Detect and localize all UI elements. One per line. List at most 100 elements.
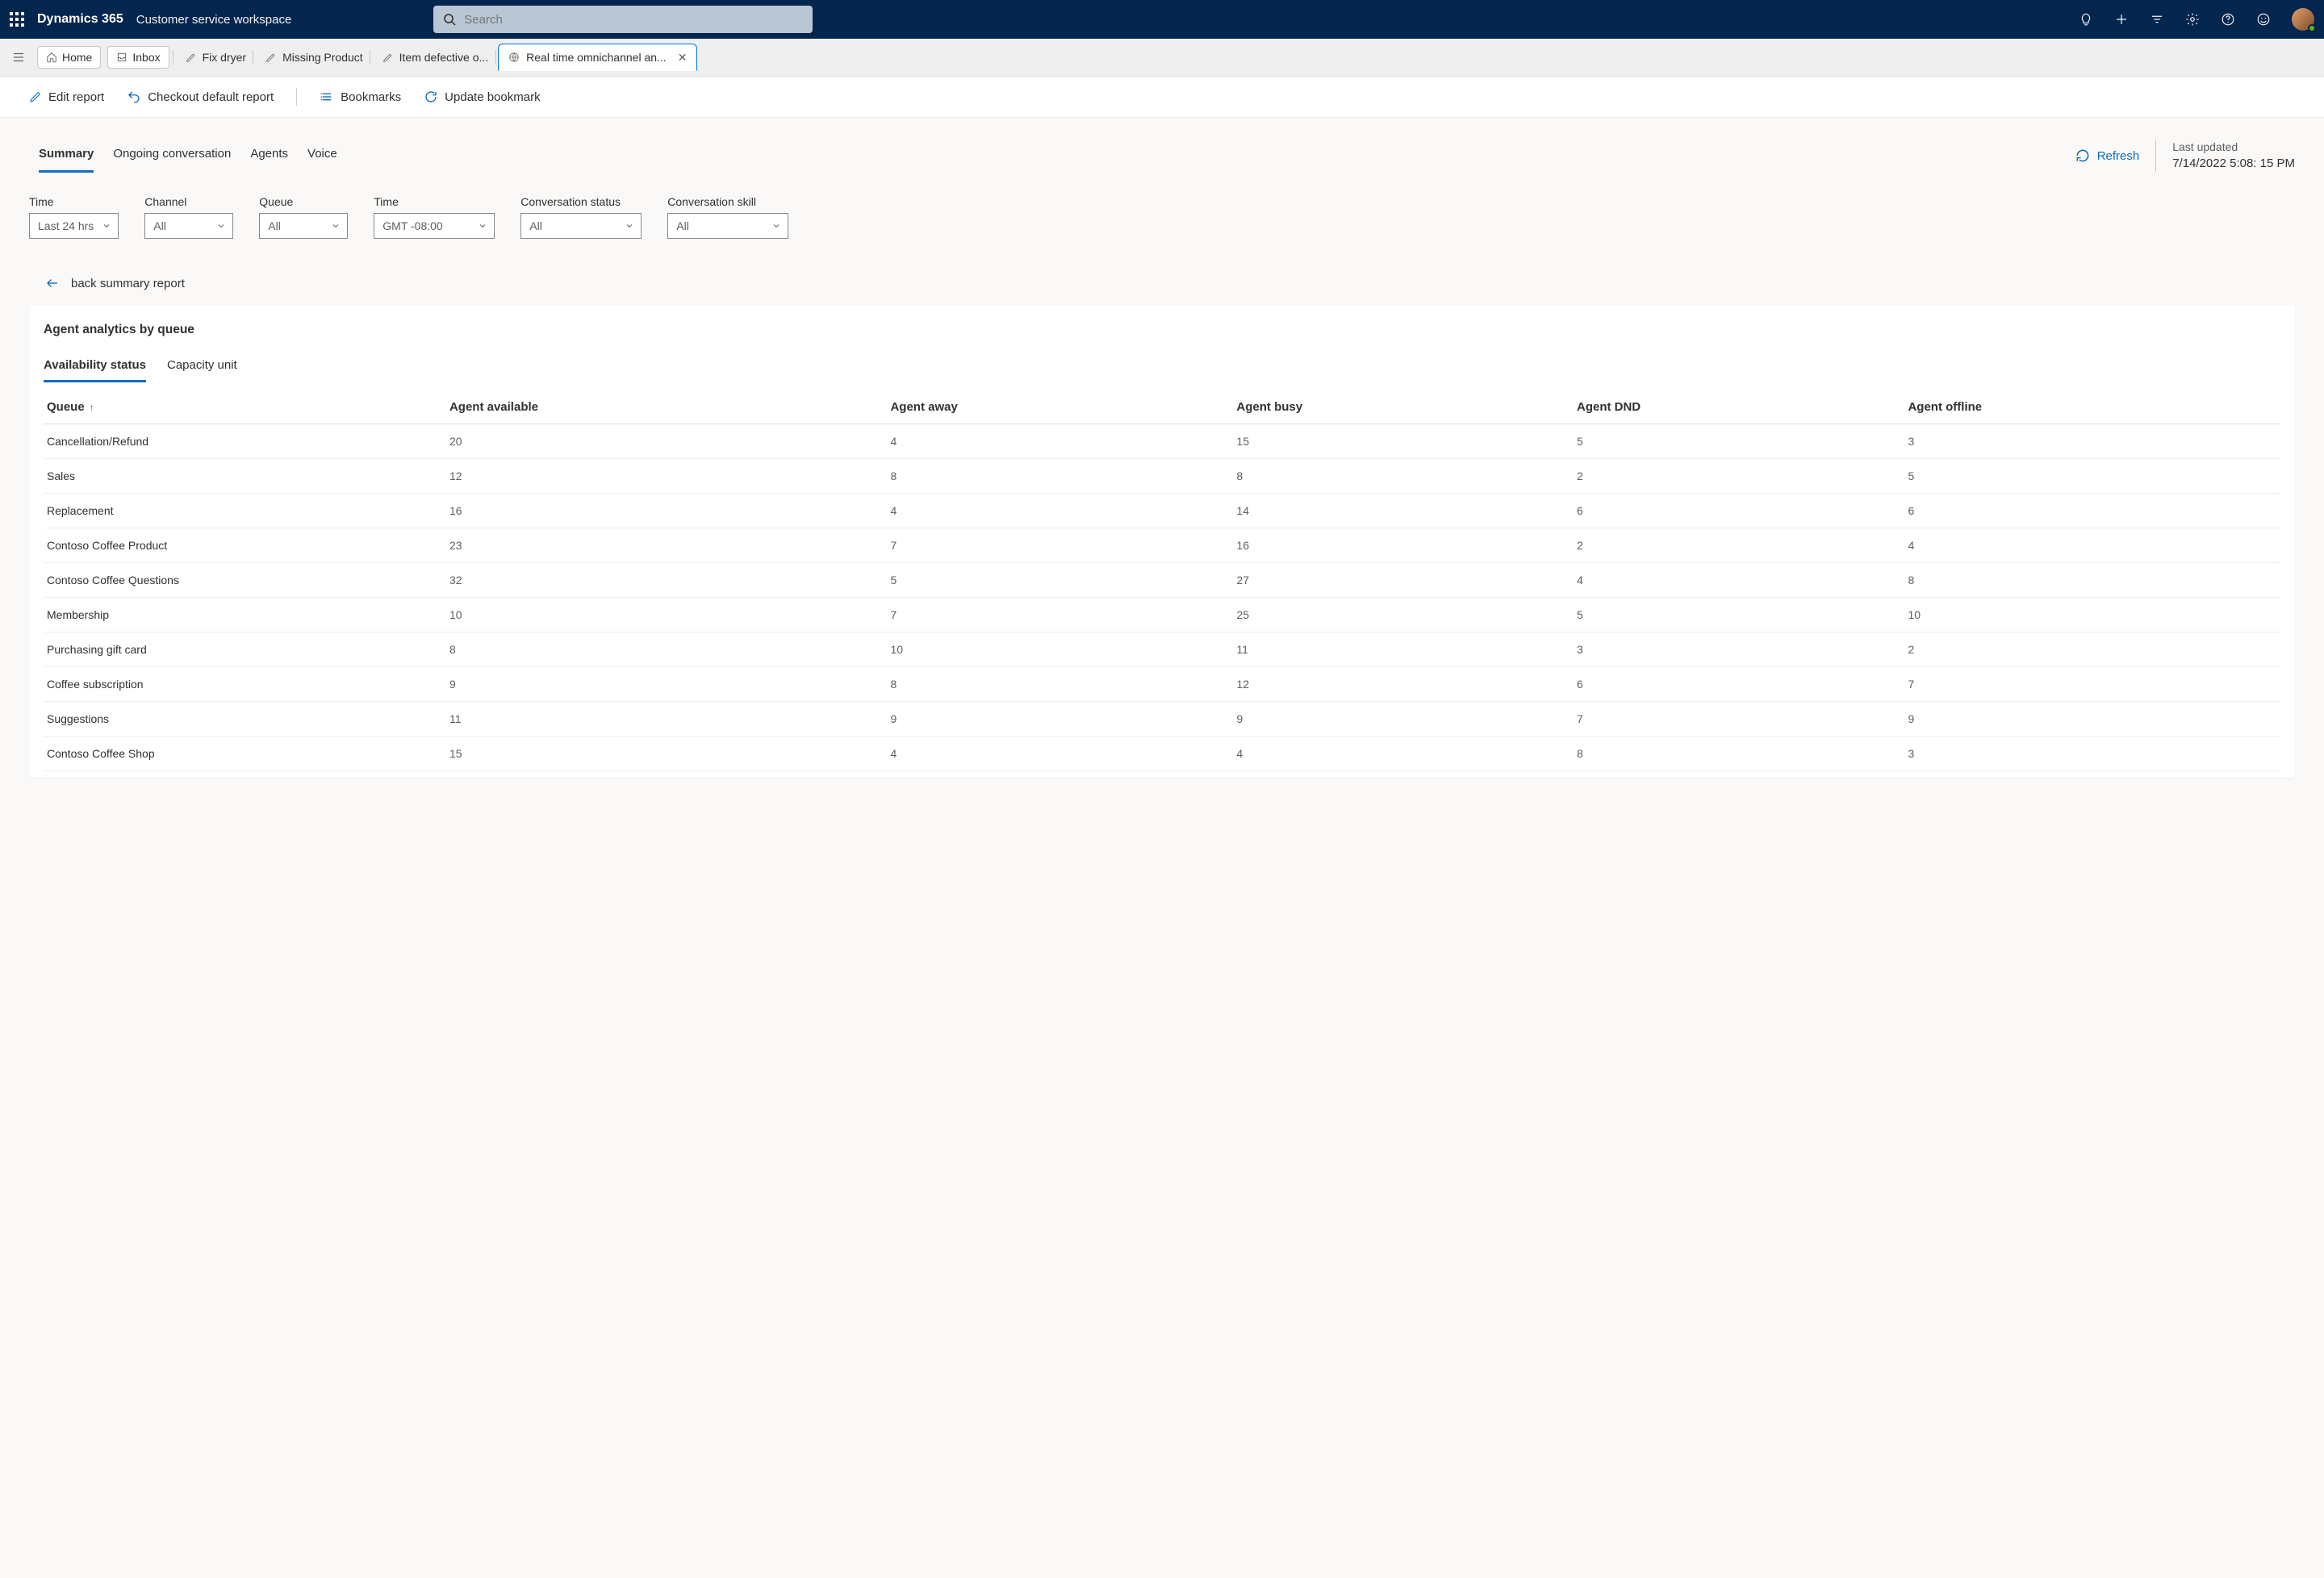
home-icon — [46, 52, 57, 63]
hamburger-icon[interactable] — [6, 47, 31, 68]
value-cell: 6 — [1574, 494, 1904, 528]
agent-analytics-table: Queue↑Agent availableAgent awayAgent bus… — [44, 389, 2280, 771]
value-cell: 27 — [1233, 563, 1574, 598]
value-cell: 8 — [1574, 737, 1904, 771]
bookmarks-label: Bookmarks — [341, 90, 401, 104]
value-cell: 11 — [446, 702, 888, 737]
filter-select[interactable]: All — [144, 213, 233, 239]
search-wrapper — [433, 6, 813, 33]
value-cell: 5 — [1904, 459, 2280, 494]
back-arrow-icon[interactable] — [45, 276, 60, 290]
value-cell: 4 — [1574, 563, 1904, 598]
value-cell: 4 — [887, 494, 1233, 528]
column-header[interactable]: Agent offline — [1904, 389, 2280, 424]
workspace-tab[interactable]: Real time omnichannel an... ✕ — [498, 44, 697, 71]
workspace-tab-label: Missing Product — [282, 51, 363, 64]
pivot-tab[interactable]: Summary — [39, 139, 94, 173]
avatar[interactable] — [2292, 8, 2314, 31]
value-cell: 15 — [1233, 424, 1574, 459]
pivot-tab[interactable]: Agents — [250, 139, 288, 173]
column-header[interactable]: Agent away — [887, 389, 1233, 424]
value-cell: 9 — [887, 702, 1233, 737]
card-subtab[interactable]: Availability status — [44, 350, 146, 382]
table-row: Contoso Coffee Shop154483 — [44, 737, 2280, 771]
presence-indicator — [2308, 24, 2316, 32]
value-cell: 23 — [446, 528, 888, 563]
close-icon[interactable]: ✕ — [678, 51, 688, 65]
checkout-report-label: Checkout default report — [148, 90, 274, 104]
help-icon[interactable] — [2221, 12, 2235, 27]
sort-asc-icon: ↑ — [90, 402, 94, 413]
value-cell: 6 — [1904, 494, 2280, 528]
pill-home[interactable]: Home — [37, 46, 101, 69]
filter-select[interactable]: All — [520, 213, 642, 239]
back-row: back summary report — [29, 247, 2295, 305]
edit-report-button[interactable]: Edit report — [29, 90, 104, 104]
plus-icon[interactable] — [2114, 12, 2129, 27]
queue-cell: Membership — [44, 598, 446, 632]
workspace-tab[interactable]: Fix dryer — [176, 44, 256, 71]
column-header[interactable]: Agent DND — [1574, 389, 1904, 424]
command-bar: Edit report Checkout default report Book… — [0, 77, 2324, 118]
table-row: Contoso Coffee Questions3252748 — [44, 563, 2280, 598]
queue-cell: Contoso Coffee Questions — [44, 563, 446, 598]
pencil-icon — [265, 52, 276, 63]
filter-value: All — [529, 219, 542, 232]
top-right-actions — [2079, 8, 2314, 31]
value-cell: 2 — [1574, 459, 1904, 494]
agent-analytics-card: Agent analytics by queue Availability st… — [29, 305, 2295, 778]
gear-icon[interactable] — [2185, 12, 2200, 27]
filter-select[interactable]: All — [667, 213, 788, 239]
chevron-down-icon — [478, 221, 487, 231]
value-cell: 10 — [1904, 598, 2280, 632]
chevron-down-icon — [216, 221, 226, 231]
card-subtab[interactable]: Capacity unit — [167, 350, 237, 382]
workspace-tab[interactable]: Item defective o... — [373, 44, 499, 71]
app-launcher-icon[interactable] — [10, 12, 24, 27]
pencil-icon — [186, 52, 196, 63]
brand: Dynamics 365 — [37, 12, 123, 27]
value-cell: 16 — [1233, 528, 1574, 563]
back-text[interactable]: back summary report — [71, 277, 185, 290]
value-cell: 12 — [446, 459, 888, 494]
value-cell: 7 — [1574, 702, 1904, 737]
filter-row: Time Last 24 hrs Channel All Queue All T… — [29, 173, 2295, 247]
value-cell: 16 — [446, 494, 888, 528]
queue-cell: Contoso Coffee Product — [44, 528, 446, 563]
column-header[interactable]: Agent available — [446, 389, 888, 424]
update-bookmark-label: Update bookmark — [445, 90, 540, 104]
search-input[interactable] — [464, 13, 803, 27]
filter-select[interactable]: GMT -08:00 — [374, 213, 495, 239]
value-cell: 9 — [1904, 702, 2280, 737]
edit-report-label: Edit report — [48, 90, 104, 104]
lightbulb-icon[interactable] — [2079, 12, 2093, 27]
value-cell: 20 — [446, 424, 888, 459]
filter-icon[interactable] — [2150, 12, 2164, 27]
value-cell: 7 — [887, 528, 1233, 563]
refresh-button[interactable]: Refresh — [2075, 148, 2140, 164]
column-header[interactable]: Queue↑ — [44, 389, 446, 424]
column-header[interactable]: Agent busy — [1233, 389, 1574, 424]
filter: Conversation skill All — [667, 195, 788, 239]
checkout-report-button[interactable]: Checkout default report — [127, 90, 274, 104]
value-cell: 5 — [1574, 424, 1904, 459]
value-cell: 5 — [1574, 598, 1904, 632]
filter-value: All — [676, 219, 689, 232]
pill-inbox[interactable]: Inbox — [107, 46, 169, 69]
queue-cell: Purchasing gift card — [44, 632, 446, 667]
pivot-tab[interactable]: Ongoing conversation — [113, 139, 231, 173]
filter-label: Conversation status — [520, 195, 642, 208]
workspace-tab-label: Real time omnichannel an... — [526, 51, 667, 64]
update-bookmark-button[interactable]: Update bookmark — [424, 90, 540, 104]
filter-value: All — [153, 219, 166, 232]
bookmarks-button[interactable]: Bookmarks — [320, 90, 401, 104]
filter-select[interactable]: All — [259, 213, 348, 239]
top-bar: Dynamics 365 Customer service workspace — [0, 0, 2324, 39]
emoji-icon[interactable] — [2256, 12, 2271, 27]
pivot-tab[interactable]: Voice — [307, 139, 337, 173]
value-cell: 2 — [1574, 528, 1904, 563]
search-box[interactable] — [433, 6, 813, 33]
bookmarks-icon — [320, 90, 334, 104]
workspace-tab[interactable]: Missing Product — [256, 44, 373, 71]
filter-select[interactable]: Last 24 hrs — [29, 213, 119, 239]
